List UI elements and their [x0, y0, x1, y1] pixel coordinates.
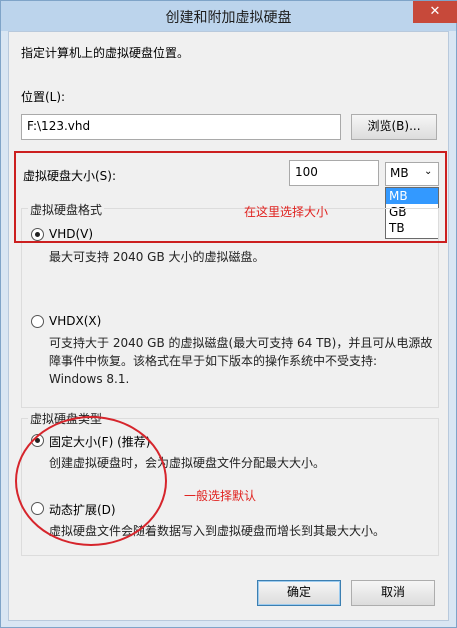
location-input[interactable]: F:\123.vhd [21, 114, 341, 140]
vhdx-description-line-1: 可支持大于 2040 GB 的虚拟磁盘(最大可支持 64 TB)，并且可从电源故 [49, 336, 433, 350]
browse-button[interactable]: 浏览(B)... [351, 114, 437, 140]
dialog-window: 创建和附加虚拟硬盘 ✕ 指定计算机上的虚拟硬盘位置。 位置(L): F:\123… [0, 0, 457, 628]
title-bar[interactable]: 创建和附加虚拟硬盘 ✕ [1, 1, 457, 31]
vhdx-radio[interactable] [31, 315, 44, 328]
cancel-button[interactable]: 取消 [351, 580, 435, 606]
type-highlight-ellipse [15, 416, 167, 546]
vhdx-label[interactable]: VHDX(X) [49, 314, 101, 328]
vhdx-description-line-3: Windows 8.1. [49, 372, 130, 386]
type-annotation: 一般选择默认 [184, 489, 257, 503]
close-button[interactable]: ✕ [413, 1, 457, 23]
vhd-description: 最大可支持 2040 GB 大小的虚拟磁盘。 [49, 250, 265, 264]
ok-button[interactable]: 确定 [257, 580, 341, 606]
size-annotation: 在这里选择大小 [244, 205, 329, 219]
location-intro: 指定计算机上的虚拟硬盘位置。 [21, 46, 190, 60]
dialog-body: 指定计算机上的虚拟硬盘位置。 位置(L): F:\123.vhd 浏览(B)..… [8, 31, 449, 621]
window-title: 创建和附加虚拟硬盘 [165, 10, 292, 26]
size-highlight-box [14, 151, 447, 243]
location-label: 位置(L): [21, 90, 66, 104]
vhdx-description-line-2: 障事件中恢复。该格式在早于如下版本的操作系统中不受支持: [49, 354, 378, 368]
